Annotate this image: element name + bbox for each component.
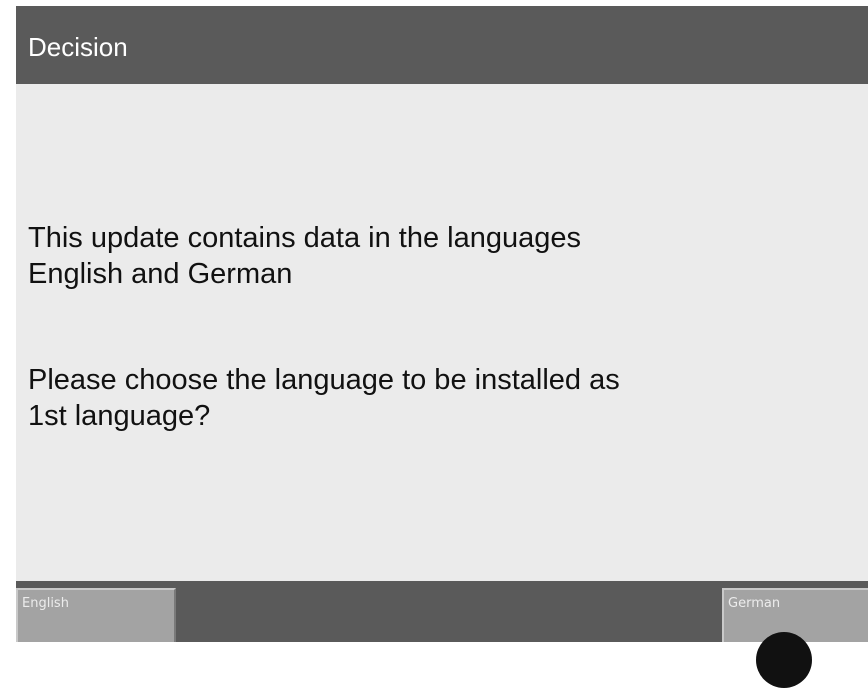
choose-language-prompt: Please choose the language to be install…	[28, 362, 848, 434]
prompt-line: Please choose the language to be install…	[28, 364, 620, 396]
dialog-content: This update contains data in the languag…	[16, 84, 868, 581]
message-line: This update contains data in the languag…	[28, 222, 582, 254]
update-languages-message: This update contains data in the languag…	[28, 220, 848, 292]
english-button-label: English	[22, 596, 69, 611]
decision-dialog: Decision This update contains data in th…	[16, 6, 868, 642]
prompt-line: 1st language?	[28, 400, 211, 432]
control-knob	[756, 632, 812, 688]
german-button-label: German	[728, 596, 781, 611]
dialog-title: Decision	[28, 32, 128, 62]
english-button[interactable]: English	[16, 588, 176, 642]
title-bar: Decision	[16, 6, 868, 84]
button-bar: English German	[16, 581, 868, 642]
message-line: English and German	[28, 258, 293, 290]
